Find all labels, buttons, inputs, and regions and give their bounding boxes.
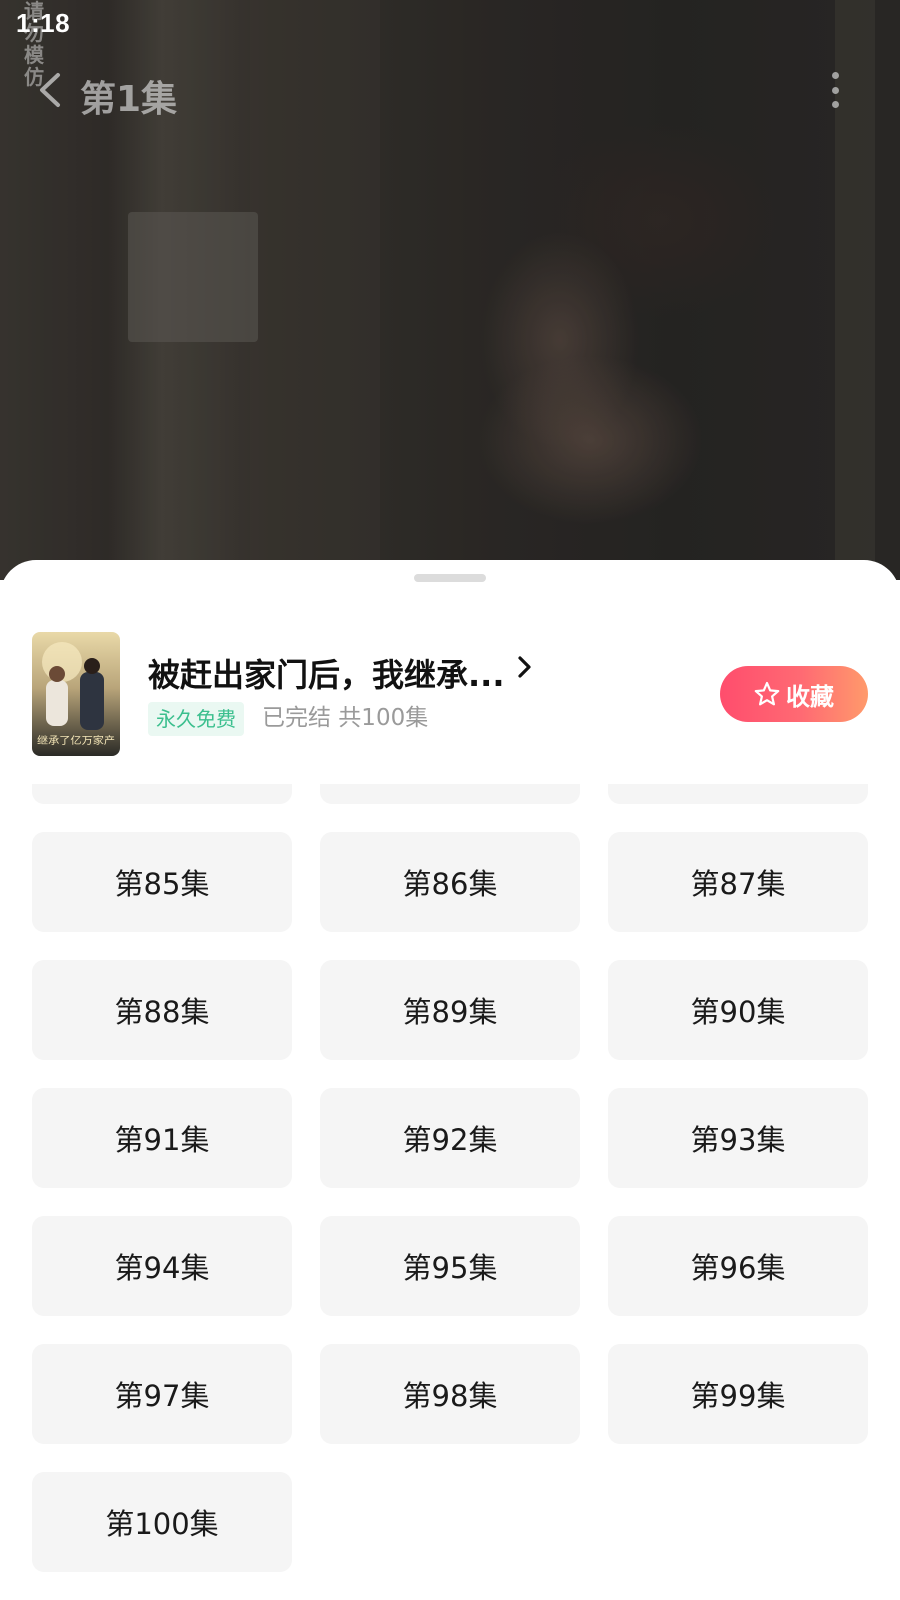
status-bar-time: 1:18 (16, 8, 71, 38)
more-button[interactable] (818, 68, 852, 112)
player-screen: 请 勿 模 仿 1:18 第1集 继承了亿万家产 被赶出家门后，我继承... 永… (0, 0, 900, 1600)
episode-list[interactable]: 第85集 第86集 第87集 第88集 第89集 第90集 第91集 第92集 … (0, 784, 900, 1600)
episode-selector-sheet: 继承了亿万家产 被赶出家门后，我继承... 永久免费 已完结 共100集 收藏 … (0, 560, 900, 1600)
episode-button[interactable]: 第91集 (32, 1088, 292, 1188)
episode-button[interactable]: 第85集 (32, 832, 292, 932)
episode-button[interactable]: 第93集 (608, 1088, 868, 1188)
free-badge: 永久免费 (148, 702, 244, 736)
back-button[interactable] (30, 70, 70, 110)
favorite-button[interactable]: 收藏 (720, 666, 868, 722)
video-player[interactable]: 请 勿 模 仿 1:18 第1集 (0, 0, 900, 580)
star-icon (754, 681, 780, 706)
episode-button-partial[interactable] (608, 784, 868, 804)
episode-button[interactable]: 第96集 (608, 1216, 868, 1316)
episode-button[interactable]: 第88集 (32, 960, 292, 1060)
episode-button[interactable]: 第95集 (320, 1216, 580, 1316)
episode-button[interactable]: 第97集 (32, 1344, 292, 1444)
episode-button[interactable]: 第100集 (32, 1472, 292, 1572)
more-vertical-icon-dot (831, 101, 839, 108)
drama-title[interactable]: 被赶出家门后，我继承... (148, 650, 504, 696)
episode-button-partial[interactable] (320, 784, 580, 804)
drama-status: 已完结 共100集 (262, 705, 429, 731)
cover-title-art: 继承了亿万家产 (37, 734, 115, 747)
more-vertical-icon (831, 72, 839, 79)
episode-button[interactable]: 第90集 (608, 960, 868, 1060)
episode-button[interactable]: 第94集 (32, 1216, 292, 1316)
episode-button-partial[interactable] (32, 784, 292, 804)
more-vertical-icon-dot (831, 86, 839, 94)
favorite-label: 收藏 (786, 682, 834, 711)
episode-button[interactable]: 第87集 (608, 832, 868, 932)
episode-grid: 第85集 第86集 第87集 第88集 第89集 第90集 第91集 第92集 … (32, 784, 868, 1572)
chevron-left-icon (40, 73, 60, 107)
sheet-drag-handle[interactable] (414, 574, 486, 582)
drama-cover[interactable]: 继承了亿万家产 (32, 632, 120, 756)
episode-button[interactable]: 第86集 (320, 832, 580, 932)
chevron-right-icon[interactable] (510, 652, 540, 682)
watermark-char: 模 (24, 43, 44, 67)
episode-button[interactable]: 第99集 (608, 1344, 868, 1444)
episode-title: 第1集 (80, 79, 178, 120)
episode-button[interactable]: 第92集 (320, 1088, 580, 1188)
episode-button[interactable]: 第89集 (320, 960, 580, 1060)
episode-button[interactable]: 第98集 (320, 1344, 580, 1444)
cover-art: 继承了亿万家产 (32, 632, 120, 756)
